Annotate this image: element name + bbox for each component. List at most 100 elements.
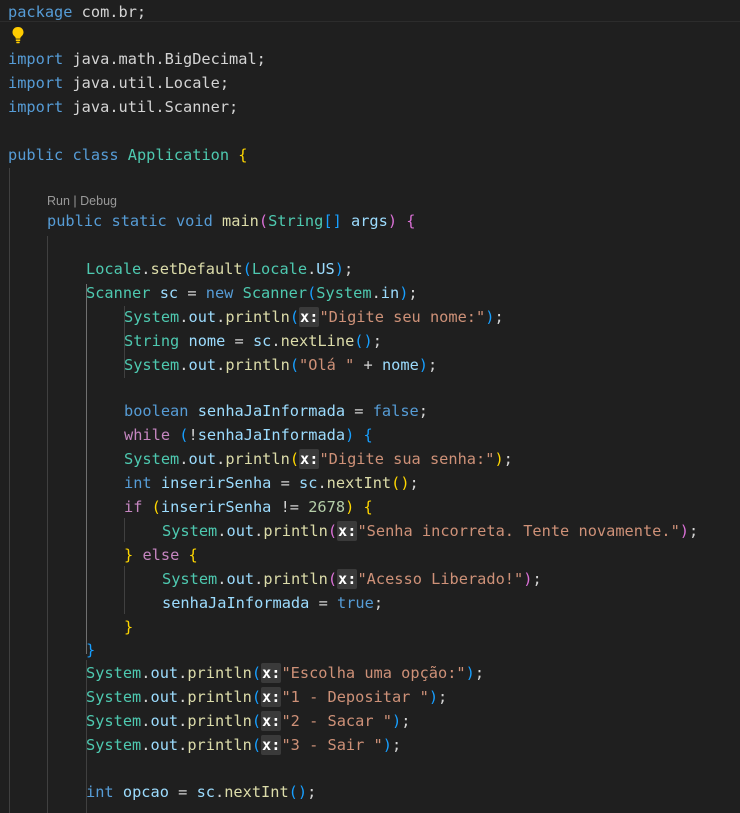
keyword: void bbox=[175, 212, 213, 230]
code-line: import java.util.Locale; bbox=[8, 71, 229, 95]
variable: senhaJaInformada bbox=[197, 426, 346, 444]
brace: { bbox=[363, 426, 373, 444]
class-ref: System bbox=[86, 736, 142, 754]
variable: nome bbox=[188, 332, 226, 350]
field-ref: out bbox=[150, 712, 179, 730]
field-ref: out bbox=[188, 450, 217, 468]
paren: ) bbox=[679, 522, 690, 540]
paren: ( bbox=[251, 688, 262, 706]
paren: ( bbox=[258, 212, 269, 230]
method-call: nextInt bbox=[326, 474, 392, 492]
code-line: } bbox=[86, 638, 95, 662]
string-literal: "Acesso Liberado!" bbox=[357, 570, 524, 588]
field-ref: US bbox=[316, 260, 335, 278]
debug-codelens-link[interactable]: Debug bbox=[80, 194, 117, 208]
code-line: if (inserirSenha != 2678) { bbox=[124, 498, 373, 516]
keyword: public bbox=[8, 146, 64, 164]
code-line: Locale.setDefault(Locale.US); bbox=[86, 260, 354, 278]
variable: inserirSenha bbox=[160, 474, 272, 492]
field-ref: out bbox=[226, 570, 255, 588]
keyword: import bbox=[8, 74, 64, 92]
code-line: import java.math.BigDecimal; bbox=[8, 47, 266, 71]
indent-guide-active bbox=[86, 284, 87, 654]
string-literal: "2 - Sacar " bbox=[281, 712, 392, 730]
class-ref: Locale bbox=[251, 260, 308, 278]
type-name: String bbox=[124, 332, 180, 350]
paren: ( bbox=[242, 260, 252, 278]
code-line: System.out.println(x:"3 - Sair "); bbox=[86, 735, 402, 755]
class-ref: System bbox=[86, 712, 142, 730]
inlay-hint: x: bbox=[337, 569, 358, 589]
code-line: int opcao = sc.nextInt(); bbox=[86, 783, 317, 801]
keyword: package bbox=[8, 3, 73, 21]
keyword: boolean bbox=[124, 402, 189, 420]
paren: ) bbox=[334, 260, 344, 278]
keyword: int bbox=[86, 783, 114, 801]
paren: ( bbox=[179, 426, 189, 444]
code-line: System.out.println(x:"Digite seu nome:")… bbox=[124, 307, 504, 327]
code-line: senhaJaInformada = true; bbox=[162, 594, 384, 612]
field-ref: out bbox=[150, 736, 179, 754]
keyword: new bbox=[205, 284, 234, 302]
keyword: int bbox=[124, 474, 152, 492]
paren: ) bbox=[391, 712, 402, 730]
code-line: System.out.println(x:"Digite sua senha:"… bbox=[124, 449, 513, 469]
import-path: java.util.Locale; bbox=[63, 74, 230, 92]
class-ref: Locale bbox=[86, 260, 142, 278]
variable: sc bbox=[196, 783, 215, 801]
code-line: System.out.println(x:"2 - Sacar "); bbox=[86, 711, 411, 731]
method-call: println bbox=[187, 736, 252, 754]
class-ref: System bbox=[86, 664, 142, 682]
paren: () bbox=[288, 783, 308, 801]
import-path: java.math.BigDecimal; bbox=[63, 50, 266, 68]
method-call: println bbox=[187, 664, 252, 682]
paren: ( bbox=[289, 308, 300, 326]
number-literal: 2678 bbox=[308, 498, 346, 516]
paren: ) bbox=[345, 426, 355, 444]
paren: ) bbox=[418, 356, 428, 374]
paren: ( bbox=[289, 450, 300, 468]
paren: ) bbox=[382, 736, 392, 754]
literal: false bbox=[372, 402, 419, 420]
method-name: main bbox=[222, 212, 259, 230]
lightbulb-icon[interactable] bbox=[11, 26, 25, 44]
variable: nome bbox=[381, 356, 419, 374]
type-name: String bbox=[268, 212, 324, 230]
code-line: Scanner sc = new Scanner(System.in); bbox=[86, 284, 418, 302]
class-ref: Scanner bbox=[242, 284, 308, 302]
code-line: package com.br; bbox=[8, 0, 146, 24]
paren: ) bbox=[465, 664, 475, 682]
codelens: Run | Debug bbox=[47, 192, 117, 210]
indent-guide bbox=[124, 566, 125, 614]
paren: ( bbox=[151, 498, 161, 516]
field-ref: in bbox=[380, 284, 400, 302]
brace: { bbox=[238, 146, 248, 164]
method-call: println bbox=[263, 570, 328, 588]
code-editor[interactable]: package com.br; import java.math.BigDeci… bbox=[0, 0, 740, 813]
class-ref: System bbox=[124, 356, 180, 374]
variable: sc bbox=[252, 332, 272, 350]
keyword: static bbox=[111, 212, 167, 230]
brace: { bbox=[406, 212, 416, 230]
string-literal: "Escolha uma opção:" bbox=[281, 664, 466, 682]
class-ref: System bbox=[162, 522, 218, 540]
inlay-hint: x: bbox=[261, 687, 282, 707]
inlay-hint: x: bbox=[299, 307, 320, 327]
paren: ( bbox=[327, 522, 338, 540]
run-codelens-link[interactable]: Run bbox=[47, 194, 70, 208]
method-call: nextLine bbox=[280, 332, 355, 350]
indent-guide bbox=[9, 168, 10, 813]
import-path: java.util.Scanner; bbox=[63, 98, 239, 116]
brace: } bbox=[86, 641, 96, 659]
method-call: println bbox=[225, 356, 290, 374]
string-literal: "3 - Sair " bbox=[281, 736, 383, 754]
indent-guide bbox=[124, 518, 125, 542]
paren: ( bbox=[307, 284, 317, 302]
paren: ) bbox=[428, 688, 439, 706]
brace: { bbox=[188, 546, 198, 564]
keyword: while bbox=[124, 426, 171, 444]
class-name: Application bbox=[127, 146, 230, 164]
variable: senhaJaInformada bbox=[197, 402, 346, 420]
code-line: public class Application { bbox=[8, 143, 248, 167]
code-line: public static void main(String[] args) { bbox=[47, 209, 416, 233]
